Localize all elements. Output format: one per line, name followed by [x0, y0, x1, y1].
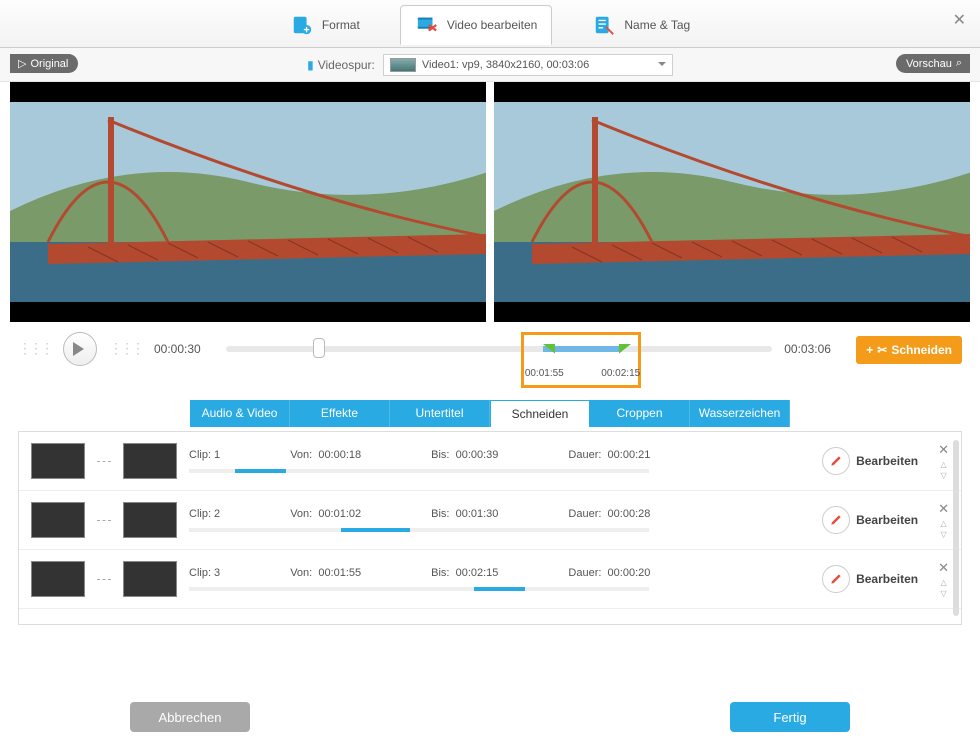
header-tab-tag[interactable]: Name & Tag — [578, 6, 704, 44]
clip-thumb-out — [123, 561, 177, 597]
done-button[interactable]: Fertig — [730, 702, 850, 732]
preview-area — [0, 82, 980, 322]
cancel-button[interactable]: Abbrechen — [130, 702, 250, 732]
move-down-icon[interactable]: ▽ — [940, 471, 946, 480]
clip-bar[interactable] — [189, 587, 649, 591]
clip-info: Clip: 2Von: 00:01:02Bis: 00:01:30Dauer: … — [189, 508, 810, 532]
clip-thumb-in — [31, 561, 85, 597]
track-label: Videospur: — [318, 58, 375, 72]
edit-subtabs: Audio & VideoEffekteUntertitelSchneidenC… — [0, 400, 980, 427]
grip-left-icon[interactable]: ⋮⋮⋮ — [18, 340, 51, 357]
plus-icon: + — [866, 343, 873, 357]
move-up-icon[interactable]: △ — [940, 519, 946, 528]
edit-video-icon — [415, 14, 439, 36]
selection-highlight — [521, 332, 641, 388]
original-preview — [10, 82, 486, 322]
clip-row-controls: ✕ △ ▽ — [938, 442, 949, 480]
clip-row: Clip: 1Von: 00:00:18Bis: 00:00:39Dauer: … — [19, 432, 961, 491]
subtab-wasserzeichen[interactable]: Wasserzeichen — [690, 400, 790, 427]
scissors-icon: ✂ — [877, 343, 887, 357]
remove-clip-icon[interactable]: ✕ — [938, 560, 949, 576]
track-selector-row: ▷ Original ▮ Videospur: Video1: vp9, 384… — [0, 48, 980, 82]
original-badge[interactable]: ▷ Original — [10, 54, 78, 73]
edited-preview — [494, 82, 970, 322]
play-icon: ▷ — [18, 57, 26, 70]
clip-bar[interactable] — [189, 469, 649, 473]
in-marker[interactable] — [543, 344, 555, 356]
edit-clip-button[interactable]: Bearbeiten — [822, 447, 918, 475]
move-up-icon[interactable]: △ — [940, 578, 946, 587]
clip-bar[interactable] — [189, 528, 649, 532]
clip-thumb-in — [31, 443, 85, 479]
dash-icon — [97, 461, 111, 462]
play-button[interactable] — [63, 332, 97, 366]
clip-thumb-out — [123, 443, 177, 479]
cut-button[interactable]: + ✂ Schneiden — [856, 336, 962, 364]
close-icon[interactable]: ✕ — [953, 10, 966, 30]
move-down-icon[interactable]: ▽ — [940, 530, 946, 539]
edit-clip-button[interactable]: Bearbeiten — [822, 506, 918, 534]
out-time: 00:02:15 — [601, 368, 640, 379]
preview-badge[interactable]: Vorschau ⌕ — [896, 54, 970, 73]
header-tabs-bar: Format Video bearbeiten Name & Tag ✕ — [0, 0, 980, 48]
track-thumb — [390, 58, 416, 72]
timeline: ⋮⋮⋮ ⋮⋮⋮ 00:00:30 00:01:55 00:02:15 00:03… — [0, 322, 980, 398]
subtab-croppen[interactable]: Croppen — [590, 400, 690, 427]
header-tab-format[interactable]: Format — [276, 6, 374, 44]
scrollbar[interactable] — [953, 440, 959, 616]
current-time: 00:00:30 — [154, 342, 214, 356]
pencil-icon — [829, 513, 843, 527]
play-icon — [73, 342, 91, 356]
clip-thumb-out — [123, 502, 177, 538]
pencil-icon — [829, 454, 843, 468]
remove-clip-icon[interactable]: ✕ — [938, 442, 949, 458]
clip-thumb-in — [31, 502, 85, 538]
edit-clip-button[interactable]: Bearbeiten — [822, 565, 918, 593]
film-icon: ▮ — [307, 58, 314, 72]
clip-row-controls: ✕ △ ▽ — [938, 560, 949, 598]
dash-icon — [97, 520, 111, 521]
bridge-render — [494, 82, 970, 322]
clip-info: Clip: 3Von: 00:01:55Bis: 00:02:15Dauer: … — [189, 567, 810, 591]
tag-icon — [592, 14, 616, 36]
remove-clip-icon[interactable]: ✕ — [938, 501, 949, 517]
playhead[interactable] — [313, 338, 325, 358]
pencil-icon — [829, 572, 843, 586]
video-track-select[interactable]: Video1: vp9, 3840x2160, 00:03:06 — [383, 54, 673, 76]
subtab-audiovideo[interactable]: Audio & Video — [190, 400, 290, 427]
total-duration: 00:03:06 — [784, 342, 844, 356]
clip-row-controls: ✕ △ ▽ — [938, 501, 949, 539]
in-time: 00:01:55 — [525, 368, 564, 379]
header-tab-edit-video[interactable]: Video bearbeiten — [400, 5, 553, 45]
subtab-untertitel[interactable]: Untertitel — [390, 400, 490, 427]
clip-row: Clip: 2Von: 00:01:02Bis: 00:01:30Dauer: … — [19, 491, 961, 550]
clip-info: Clip: 1Von: 00:00:18Bis: 00:00:39Dauer: … — [189, 449, 810, 473]
bridge-render — [10, 82, 486, 322]
out-marker[interactable] — [619, 344, 631, 356]
move-up-icon[interactable]: △ — [940, 460, 946, 469]
dash-icon — [97, 579, 111, 580]
clip-list: Clip: 1Von: 00:00:18Bis: 00:00:39Dauer: … — [18, 431, 962, 625]
subtab-effekte[interactable]: Effekte — [290, 400, 390, 427]
grip-right-icon[interactable]: ⋮⋮⋮ — [109, 340, 142, 357]
subtab-schneiden[interactable]: Schneiden — [490, 400, 590, 427]
timeline-track[interactable]: 00:01:55 00:02:15 — [226, 346, 772, 352]
chevron-down-icon — [658, 62, 666, 70]
footer: Abbrechen Fertig — [0, 702, 980, 732]
format-icon — [290, 14, 314, 36]
search-icon: ⌕ — [956, 57, 962, 70]
move-down-icon[interactable]: ▽ — [940, 589, 946, 598]
clip-row: Clip: 3Von: 00:01:55Bis: 00:02:15Dauer: … — [19, 550, 961, 609]
